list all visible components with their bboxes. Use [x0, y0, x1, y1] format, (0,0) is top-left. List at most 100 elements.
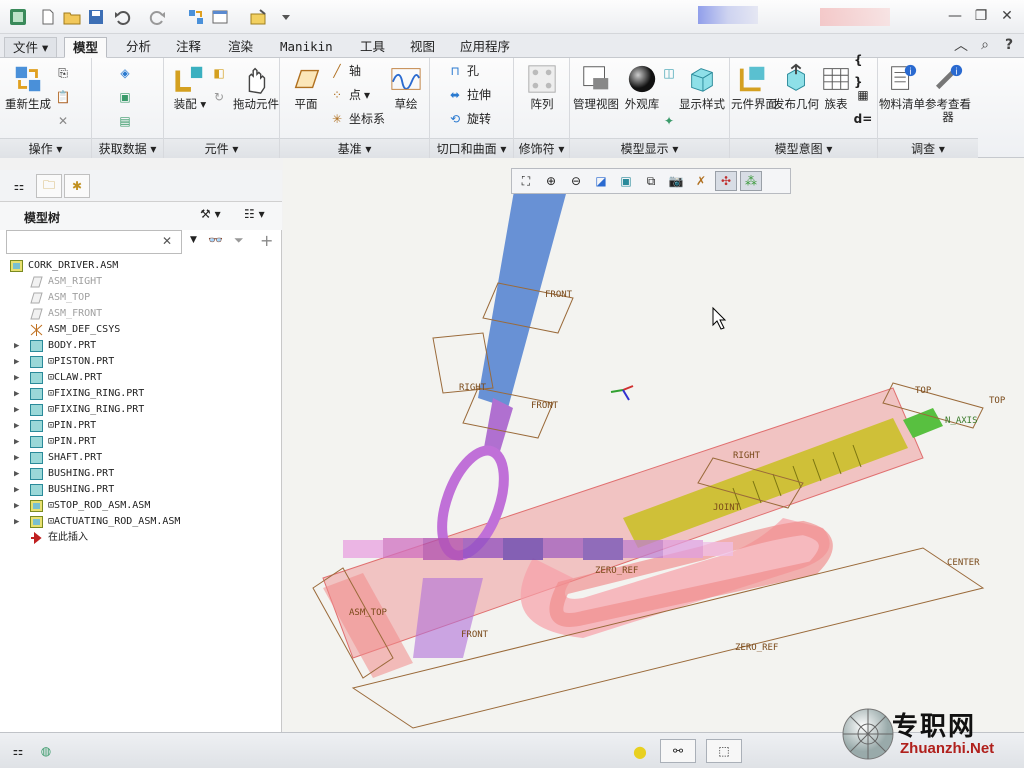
show-navigator-icon[interactable]: ⚏: [6, 739, 30, 763]
show-browser-icon[interactable]: ◍: [34, 739, 58, 763]
bom-button[interactable]: i 物料清单: [878, 62, 926, 111]
tab-tools[interactable]: 工具: [352, 37, 393, 58]
selection-filter-icon[interactable]: ⬚: [706, 739, 742, 763]
spin-center-icon[interactable]: ✣: [715, 171, 737, 191]
search-icon[interactable]: ⌕: [974, 35, 996, 55]
group-modifiers-label[interactable]: 修饰符 ▾: [514, 138, 569, 158]
model-tree-tab-icon[interactable]: ⚏: [6, 174, 32, 198]
group-cut-surface-label[interactable]: 切口和曲面 ▾: [430, 138, 513, 158]
regenerate-icon[interactable]: [186, 7, 206, 27]
copy-button[interactable]: ⎘: [54, 62, 72, 84]
annotation-display-icon[interactable]: ⁂: [740, 171, 762, 191]
find-icon[interactable]: ⚯: [660, 739, 696, 763]
extrude-button[interactable]: ⬌ 拉伸: [446, 84, 491, 106]
tree-item[interactable]: ▶ ⊡STOP_ROD_ASM.ASM: [0, 498, 280, 514]
expand-arrow-icon[interactable]: ▶: [14, 338, 24, 354]
tab-analysis[interactable]: 分析: [118, 37, 159, 58]
group-investigate-label[interactable]: 调查 ▾: [878, 138, 978, 158]
tab-manikin[interactable]: Manikin: [272, 37, 341, 58]
parameters-button[interactable]: ▦: [854, 84, 872, 106]
tree-item[interactable]: ASM_TOP: [0, 290, 280, 306]
app-logo-icon[interactable]: [8, 7, 28, 27]
display-style-button[interactable]: 显示样式: [678, 62, 726, 111]
tree-item[interactable]: ASM_RIGHT: [0, 274, 280, 290]
zoom-in-icon[interactable]: ⊕: [540, 171, 562, 191]
manage-views-button[interactable]: 管理视图: [572, 62, 620, 111]
tab-view[interactable]: 视图: [402, 37, 443, 58]
group-model-intent-label[interactable]: 模型意图 ▾: [730, 138, 877, 158]
graphics-window[interactable]: FRONT FRONT RIGHT RIGHT TOP TOP N_AXIS Z…: [283, 158, 1024, 732]
refit-icon[interactable]: ⛶: [515, 171, 537, 191]
saved-orientations-icon[interactable]: ⧉: [640, 171, 662, 191]
plane-button[interactable]: 平面: [282, 62, 330, 111]
point-button[interactable]: ⁘ 点 ▾: [328, 84, 370, 106]
tree-item[interactable]: ▶ BUSHING.PRT: [0, 482, 280, 498]
tree-item[interactable]: ▶ ⊡PISTON.PRT: [0, 354, 280, 370]
paste-button[interactable]: 📋: [54, 86, 72, 108]
folder-browser-tab-icon[interactable]: 🗀: [36, 174, 62, 198]
customize-icon[interactable]: [276, 7, 296, 27]
component-interface-button[interactable]: 元件界面: [730, 62, 778, 111]
window-icon[interactable]: [210, 7, 230, 27]
tree-item[interactable]: ▶ SHAFT.PRT: [0, 450, 280, 466]
filter-icon[interactable]: ⏷: [234, 233, 244, 248]
delete-button[interactable]: ✕: [54, 110, 72, 132]
clear-search-icon[interactable]: ✕: [162, 234, 172, 248]
new-icon[interactable]: [38, 7, 58, 27]
close-window-icon[interactable]: [248, 7, 268, 27]
expand-arrow-icon[interactable]: ▶: [14, 418, 24, 434]
expand-arrow-icon[interactable]: ▶: [14, 514, 24, 530]
expand-arrow-icon[interactable]: ▶: [14, 450, 24, 466]
assemble-button[interactable]: 装配 ▾: [166, 62, 214, 111]
body-part[interactable]: [322, 387, 924, 678]
repeat-button[interactable]: ↻: [210, 86, 228, 108]
tree-item[interactable]: 在此插入: [0, 530, 280, 546]
tab-model[interactable]: 模型: [64, 37, 108, 58]
expand-arrow-icon[interactable]: ▶: [14, 402, 24, 418]
expand-arrow-icon[interactable]: ▶: [14, 466, 24, 482]
tab-file[interactable]: 文件 ▾: [4, 37, 58, 58]
section-button[interactable]: ◫: [660, 62, 678, 84]
model-tree-search-input[interactable]: [6, 230, 182, 254]
tree-item[interactable]: CORK_DRIVER.ASM: [0, 258, 280, 274]
tab-render[interactable]: 渲染: [220, 37, 261, 58]
tree-item[interactable]: ▶ BUSHING.PRT: [0, 466, 280, 482]
binoculars-icon[interactable]: 👓: [208, 233, 223, 247]
search-dropdown-icon[interactable]: ▼: [190, 235, 197, 245]
copy-geometry-button[interactable]: ▣: [116, 86, 134, 108]
tree-item[interactable]: ▶ ⊡ACTUATING_ROD_ASM.ASM: [0, 514, 280, 530]
sketch-button[interactable]: 草绘: [382, 62, 430, 111]
favorites-tab-icon[interactable]: ✱: [64, 174, 90, 198]
expand-arrow-icon[interactable]: ▶: [14, 434, 24, 450]
group-datum-label[interactable]: 基准 ▾: [280, 138, 429, 158]
open-icon[interactable]: [62, 7, 82, 27]
tab-annotate[interactable]: 注释: [168, 37, 209, 58]
group-get-data-label[interactable]: 获取数据 ▾: [92, 138, 163, 158]
undo-icon[interactable]: [112, 7, 132, 27]
expand-arrow-icon[interactable]: ▶: [14, 498, 24, 514]
add-column-icon[interactable]: +: [260, 231, 273, 250]
help-icon[interactable]: ?: [998, 35, 1020, 55]
expand-arrow-icon[interactable]: ▶: [14, 370, 24, 386]
expand-arrow-icon[interactable]: ▶: [14, 482, 24, 498]
datum-display-icon[interactable]: ✗: [690, 171, 712, 191]
redo-icon[interactable]: [148, 7, 168, 27]
d-equals-button[interactable]: d=: [854, 108, 873, 130]
view-manager-icon[interactable]: 📷: [665, 171, 687, 191]
tree-item[interactable]: ▶ ⊡CLAW.PRT: [0, 370, 280, 386]
revolve-button[interactable]: ⟲ 旋转: [446, 108, 491, 130]
tree-item[interactable]: ▶ ⊡FIXING_RING.PRT: [0, 386, 280, 402]
hole-button[interactable]: ⊓ 孔: [446, 60, 479, 82]
axis-button[interactable]: ╱ 轴: [328, 60, 361, 82]
relations-button[interactable]: { }: [854, 53, 872, 89]
tab-applications[interactable]: 应用程序: [452, 37, 518, 58]
group-component-label[interactable]: 元件 ▾: [164, 138, 279, 158]
close-icon[interactable]: ✕: [996, 6, 1018, 26]
csys-button[interactable]: ✳ 坐标系: [328, 108, 385, 130]
display-style-icon[interactable]: ▣: [615, 171, 637, 191]
expand-arrow-icon[interactable]: ▶: [14, 386, 24, 402]
tree-item[interactable]: ASM_DEF_CSYS: [0, 322, 280, 338]
create-component-button[interactable]: ◧: [210, 62, 228, 84]
assembly-3d-model[interactable]: [283, 158, 1024, 732]
tree-settings-icon[interactable]: ⚒ ▾: [200, 207, 221, 221]
